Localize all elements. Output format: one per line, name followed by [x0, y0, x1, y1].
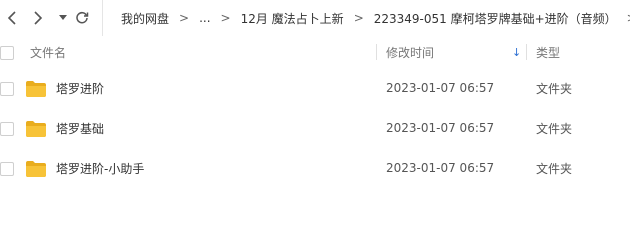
folder-icon — [26, 121, 46, 137]
breadcrumb-item-ellipsis[interactable]: ... — [193, 11, 216, 25]
breadcrumb: 我的网盘 > ... > 12月 魔法占卜上新 > 223349-051 摩柯塔… — [102, 0, 630, 36]
column-header-type[interactable]: 类型 — [536, 44, 560, 61]
caret-down-icon — [59, 15, 67, 20]
breadcrumb-separator: > — [623, 11, 630, 25]
column-divider[interactable] — [376, 44, 377, 60]
breadcrumb-separator: > — [179, 11, 190, 25]
folder-icon — [26, 81, 46, 97]
navigation-bar: 我的网盘 > ... > 12月 魔法占卜上新 > 223349-051 摩柯塔… — [0, 0, 630, 36]
back-button[interactable] — [2, 8, 22, 28]
breadcrumb-separator: > — [220, 11, 231, 25]
chevron-left-icon — [7, 11, 16, 25]
file-modified-time: 2023-01-07 06:57 — [386, 81, 495, 95]
file-modified-time: 2023-01-07 06:57 — [386, 121, 495, 135]
row-checkbox[interactable] — [0, 162, 14, 176]
file-type: 文件夹 — [536, 81, 573, 96]
row-checkbox[interactable] — [0, 122, 14, 136]
file-type: 文件夹 — [536, 161, 573, 176]
refresh-button[interactable] — [72, 8, 92, 28]
file-row[interactable]: 塔罗基础 2023-01-07 06:57 文件夹 — [0, 109, 630, 147]
breadcrumb-separator: > — [353, 11, 364, 25]
column-header: 文件名 修改时间 ↓ 类型 — [0, 36, 630, 68]
forward-button[interactable] — [28, 8, 48, 28]
file-name[interactable]: 塔罗基础 — [56, 120, 104, 137]
file-name[interactable]: 塔罗进阶-小助手 — [56, 160, 144, 177]
file-modified-time: 2023-01-07 06:57 — [386, 161, 495, 175]
file-name[interactable]: 塔罗进阶 — [56, 80, 104, 97]
file-type: 文件夹 — [536, 121, 573, 136]
refresh-icon — [76, 11, 89, 24]
breadcrumb-item-home[interactable]: 我的网盘 — [115, 10, 175, 27]
sort-descending-icon[interactable]: ↓ — [512, 46, 521, 59]
column-header-time[interactable]: 修改时间 — [386, 44, 434, 61]
folder-icon — [26, 161, 46, 177]
chevron-right-icon — [34, 11, 43, 25]
file-row[interactable]: 塔罗进阶 2023-01-07 06:57 文件夹 — [0, 69, 630, 107]
column-header-name[interactable]: 文件名 — [30, 44, 66, 61]
history-dropdown-button[interactable] — [53, 8, 73, 28]
column-divider[interactable] — [526, 44, 527, 60]
breadcrumb-item-parent[interactable]: 12月 魔法占卜上新 — [235, 10, 350, 27]
file-row[interactable]: 塔罗进阶-小助手 2023-01-07 06:57 文件夹 — [0, 149, 630, 187]
row-checkbox[interactable] — [0, 82, 14, 96]
breadcrumb-item-current[interactable]: 223349-051 摩柯塔罗牌基础+进阶（音频） — [368, 10, 623, 27]
select-all-checkbox[interactable] — [0, 46, 14, 60]
